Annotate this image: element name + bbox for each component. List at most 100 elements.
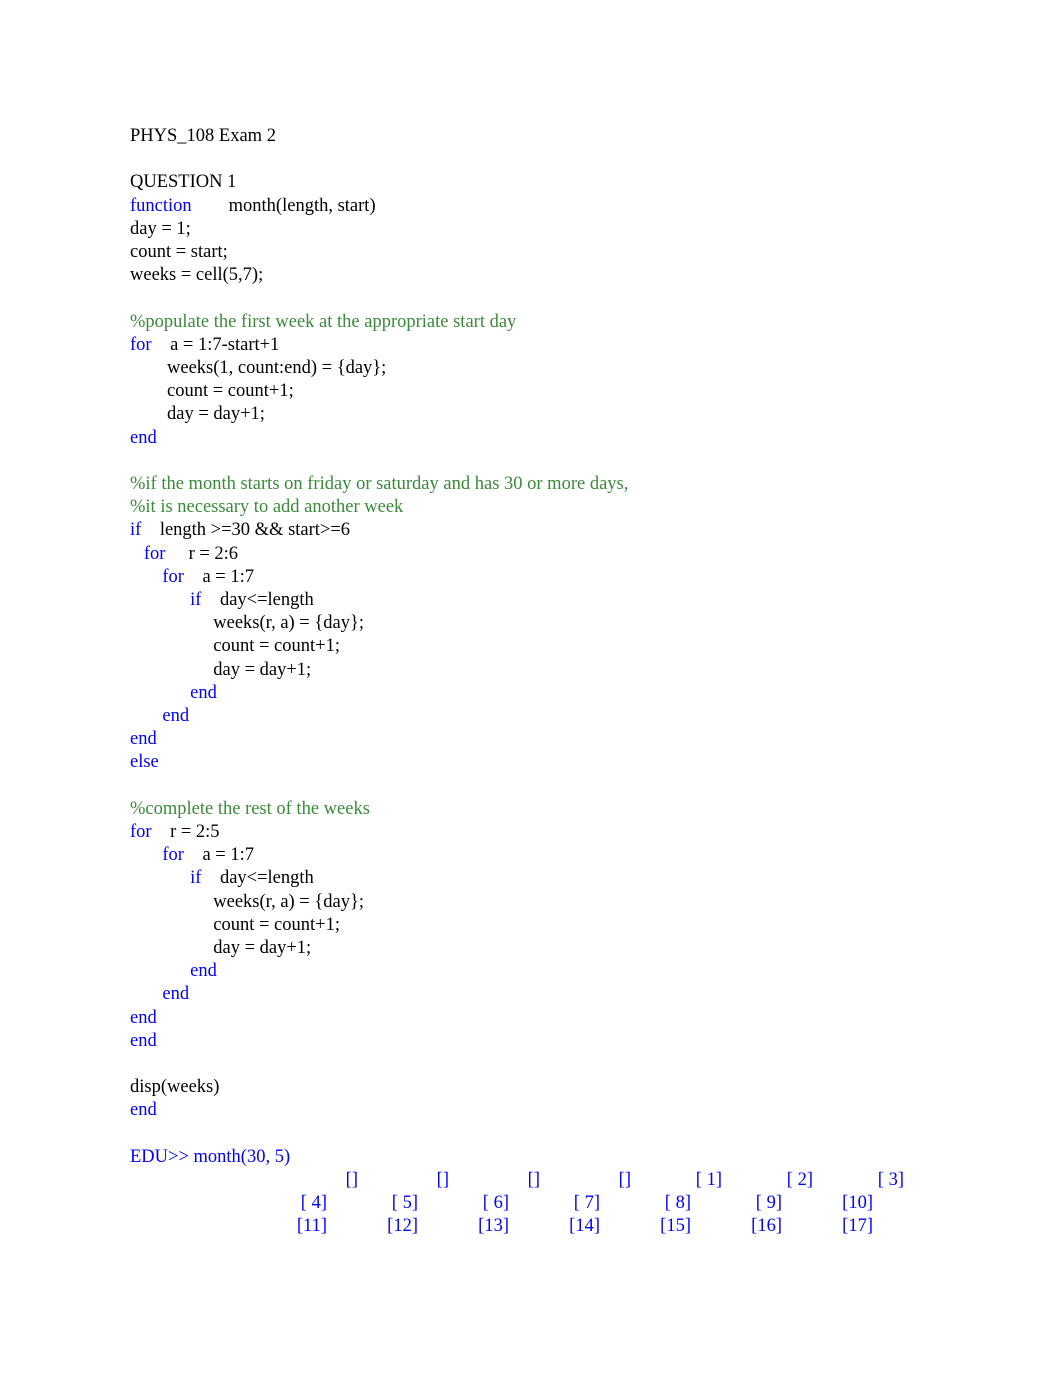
code-line: count = start; — [130, 241, 1062, 264]
console-output-cell: [17] — [842, 1216, 873, 1237]
code-line: if length >=30 && start>=6 — [130, 519, 1062, 542]
code-token-keyword: for — [130, 566, 184, 587]
code-token-keyword: if — [130, 590, 202, 611]
code-token-keyword: for — [130, 822, 152, 843]
code-token-keyword: function — [130, 195, 192, 216]
code-token-comment: %populate the first week at the appropri… — [130, 311, 517, 332]
code-line: day = day+1; — [130, 403, 1062, 426]
code-token-keyword: end — [130, 427, 157, 448]
code-token-keyword: for — [130, 334, 152, 355]
code-token-keyword: end — [130, 682, 217, 703]
console-output-cell: [16] — [751, 1216, 782, 1237]
console-output-cell: [11] — [296, 1216, 327, 1237]
code-token-plain: day<=length — [201, 590, 314, 611]
code-token-plain: day = day+1; — [130, 938, 312, 959]
code-line: weeks(r, a) = {day}; — [130, 612, 1062, 635]
code-line: weeks(r, a) = {day}; — [130, 891, 1062, 914]
code-line: end — [130, 682, 1062, 705]
code-token-keyword: end — [130, 729, 157, 750]
code-line: for a = 1:7-start+1 — [130, 334, 1062, 357]
code-token-plain: month(length, start) — [191, 195, 376, 216]
spacer-before-console — [130, 1123, 1062, 1146]
console-output-cell: [] — [618, 1170, 631, 1191]
code-line: end — [130, 983, 1062, 1006]
console-output-cell: [ 5] — [391, 1193, 418, 1214]
console-output-row: [ 4] [ 5] [ 6] [ 7] [ 8] [ 9] [10] — [130, 1192, 1062, 1215]
code-line: end — [130, 1099, 1062, 1122]
code-line: for a = 1:7 — [130, 566, 1062, 589]
code-line: weeks(1, count:end) = {day}; — [130, 357, 1062, 380]
code-line: day = day+1; — [130, 659, 1062, 682]
console-output-cell: [15] — [660, 1216, 691, 1237]
code-line: end — [130, 1007, 1062, 1030]
code-line: end — [130, 960, 1062, 983]
code-line: for r = 2:6 — [130, 543, 1062, 566]
code-token-keyword: else — [130, 752, 159, 773]
code-line: %populate the first week at the appropri… — [130, 311, 1062, 334]
code-token-plain: count = count+1; — [130, 914, 340, 935]
code-token-plain: day = 1; — [130, 218, 191, 239]
code-line: end — [130, 427, 1062, 450]
code-token-plain: day = day+1; — [130, 659, 312, 680]
code-token-plain: weeks = cell(5,7); — [130, 265, 264, 286]
code-token-plain: weeks(1, count:end) = {day}; — [130, 358, 387, 378]
code-line: weeks = cell(5,7); — [130, 264, 1062, 287]
console-output-cell: [] — [527, 1170, 540, 1191]
console-output-cell: [ 7] — [573, 1193, 600, 1214]
code-line: end — [130, 705, 1062, 728]
code-token-plain: weeks(r, a) = {day}; — [130, 891, 364, 912]
page-title: PHYS_108 Exam 2 — [130, 126, 276, 146]
code-line: %if the month starts on friday or saturd… — [130, 473, 1062, 496]
code-token-plain: count = count+1; — [130, 381, 294, 402]
code-token-plain: count = start; — [130, 242, 228, 262]
console-output-cell: [14] — [569, 1216, 600, 1237]
code-token-keyword: end — [130, 984, 190, 1005]
code-line: count = count+1; — [130, 635, 1062, 658]
code-token-comment: %it is necessary to add another week — [130, 497, 404, 518]
code-line: for a = 1:7 — [130, 844, 1062, 867]
console-output-cell: [ 9] — [755, 1193, 782, 1214]
code-line: function month(length, start) — [130, 195, 1062, 218]
code-line: count = count+1; — [130, 914, 1062, 937]
console-output-row: [11] [12] [13] [14] [15] [16] [17] — [130, 1215, 1062, 1238]
console-output-cell: [ 4] — [300, 1193, 327, 1214]
code-token-plain: length >=30 && start>=6 — [141, 520, 351, 541]
code-token-keyword: end — [130, 961, 217, 982]
code-token-comment: %if the month starts on friday or saturd… — [130, 474, 629, 494]
code-token-comment: %complete the rest of the weeks — [130, 798, 370, 819]
code-line: for r = 2:5 — [130, 821, 1062, 844]
console-output-cell: [] — [345, 1170, 358, 1191]
console-output-cell: [ 2] — [786, 1170, 813, 1191]
code-token-plain: day = day+1; — [130, 404, 265, 425]
console-output-cell: [] — [436, 1170, 449, 1191]
code-line: day = day+1; — [130, 937, 1062, 960]
console-output-cell: [12] — [387, 1216, 418, 1237]
code-line: else — [130, 751, 1062, 774]
code-token-plain: a = 1:7 — [183, 566, 254, 587]
console-prompt: EDU>> month(30, 5) — [130, 1146, 291, 1167]
code-token-keyword: if — [130, 868, 202, 889]
code-token-keyword: for — [130, 543, 166, 564]
code-token-keyword: end — [130, 1100, 157, 1121]
document-page: PHYS_108 Exam 2 QUESTION 1 function mont… — [0, 0, 1062, 1377]
code-line: end — [130, 728, 1062, 751]
code-line: %complete the rest of the weeks — [130, 798, 1062, 821]
code-token-plain: day<=length — [201, 868, 314, 889]
code-token-keyword: for — [130, 845, 184, 866]
console-output-cell: [10] — [842, 1193, 873, 1214]
console-output-cell: [ 3] — [877, 1170, 904, 1191]
code-line: day = 1; — [130, 218, 1062, 241]
code-token-plain: r = 2:6 — [165, 543, 239, 564]
console-output-cell: [13] — [478, 1216, 509, 1237]
code-line: if day<=length — [130, 589, 1062, 612]
code-token-plain: r = 2:5 — [151, 822, 220, 843]
code-token-keyword: end — [130, 1030, 157, 1051]
code-token-keyword: if — [130, 520, 142, 541]
code-line: disp(weeks) — [130, 1076, 1062, 1099]
code-line: if day<=length — [130, 867, 1062, 890]
console-output-cell: [ 8] — [664, 1193, 691, 1214]
